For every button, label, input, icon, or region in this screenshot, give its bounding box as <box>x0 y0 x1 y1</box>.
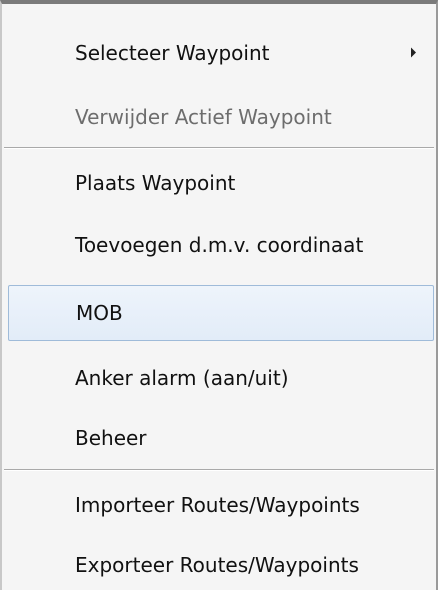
menu-item-importeer-routes-waypoints[interactable]: Importeer Routes/Waypoints <box>2 476 436 534</box>
menu-separator <box>4 469 434 471</box>
menu-item-exporteer-routes-waypoints[interactable]: Exporteer Routes/Waypoints <box>2 536 436 594</box>
context-menu: Selecteer Waypoint Verwijder Actief Wayp… <box>0 0 438 590</box>
menu-item-plaats-waypoint[interactable]: Plaats Waypoint <box>2 154 436 212</box>
menu-item-label: Importeer Routes/Waypoints <box>75 493 360 517</box>
menu-item-label: Verwijder Actief Waypoint <box>75 105 332 129</box>
menu-item-mob[interactable]: MOB <box>8 285 434 341</box>
menu-item-label: Toevoegen d.m.v. coordinaat <box>75 233 364 257</box>
menu-item-label: Anker alarm (aan/uit) <box>75 366 289 390</box>
menu-item-verwijder-actief-waypoint: Verwijder Actief Waypoint <box>2 88 436 146</box>
menu-item-label: Exporteer Routes/Waypoints <box>75 553 359 577</box>
menu-item-beheer[interactable]: Beheer <box>2 409 436 467</box>
menu-item-anker-alarm[interactable]: Anker alarm (aan/uit) <box>2 349 436 407</box>
menu-separator <box>4 147 434 149</box>
menu-item-selecteer-waypoint[interactable]: Selecteer Waypoint <box>2 24 436 82</box>
menu-item-label: Plaats Waypoint <box>75 171 236 195</box>
menu-item-label: Beheer <box>75 426 147 450</box>
menu-item-toevoegen-coordinaat[interactable]: Toevoegen d.m.v. coordinaat <box>2 216 436 274</box>
menu-item-label: Selecteer Waypoint <box>75 41 270 65</box>
chevron-right-icon <box>411 47 416 58</box>
menu-item-label: MOB <box>76 301 123 325</box>
